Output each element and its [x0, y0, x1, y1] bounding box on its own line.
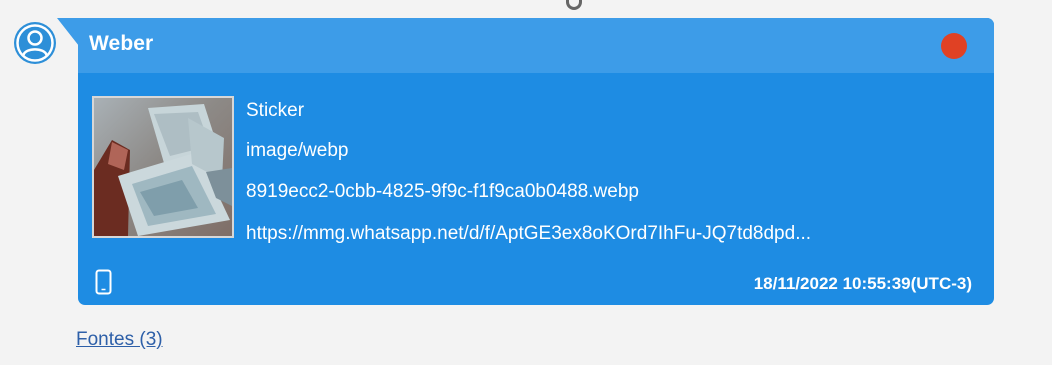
attachment-mime: image/webp: [246, 140, 349, 161]
message-header: Weber: [78, 18, 994, 73]
attachment-type: Sticker: [246, 100, 305, 121]
sticker-thumbnail[interactable]: [92, 96, 234, 238]
attachment-filename: 8919ecc2-0cbb-4825-9f9c-f1f9ca0b0488.web…: [246, 181, 639, 202]
avatar: [13, 21, 57, 65]
attachment-url[interactable]: https://mmg.whatsapp.net/d/f/AptGE3ex8oK…: [246, 223, 811, 245]
phone-icon: [95, 269, 112, 295]
status-indicator: [941, 33, 967, 59]
sender-name: Weber: [89, 32, 154, 55]
message-timestamp: 18/11/2022 10:55:39(UTC-3): [753, 274, 972, 293]
message-bubble: Weber Sticker image/webp 8919ecc2-0cbb-4…: [78, 18, 994, 305]
partial-glyph: [566, 0, 582, 10]
sources-link[interactable]: Fontes (3): [76, 329, 163, 351]
sticker-image: [94, 98, 232, 236]
user-avatar-icon: [14, 22, 56, 64]
bubble-tail: [57, 18, 79, 46]
